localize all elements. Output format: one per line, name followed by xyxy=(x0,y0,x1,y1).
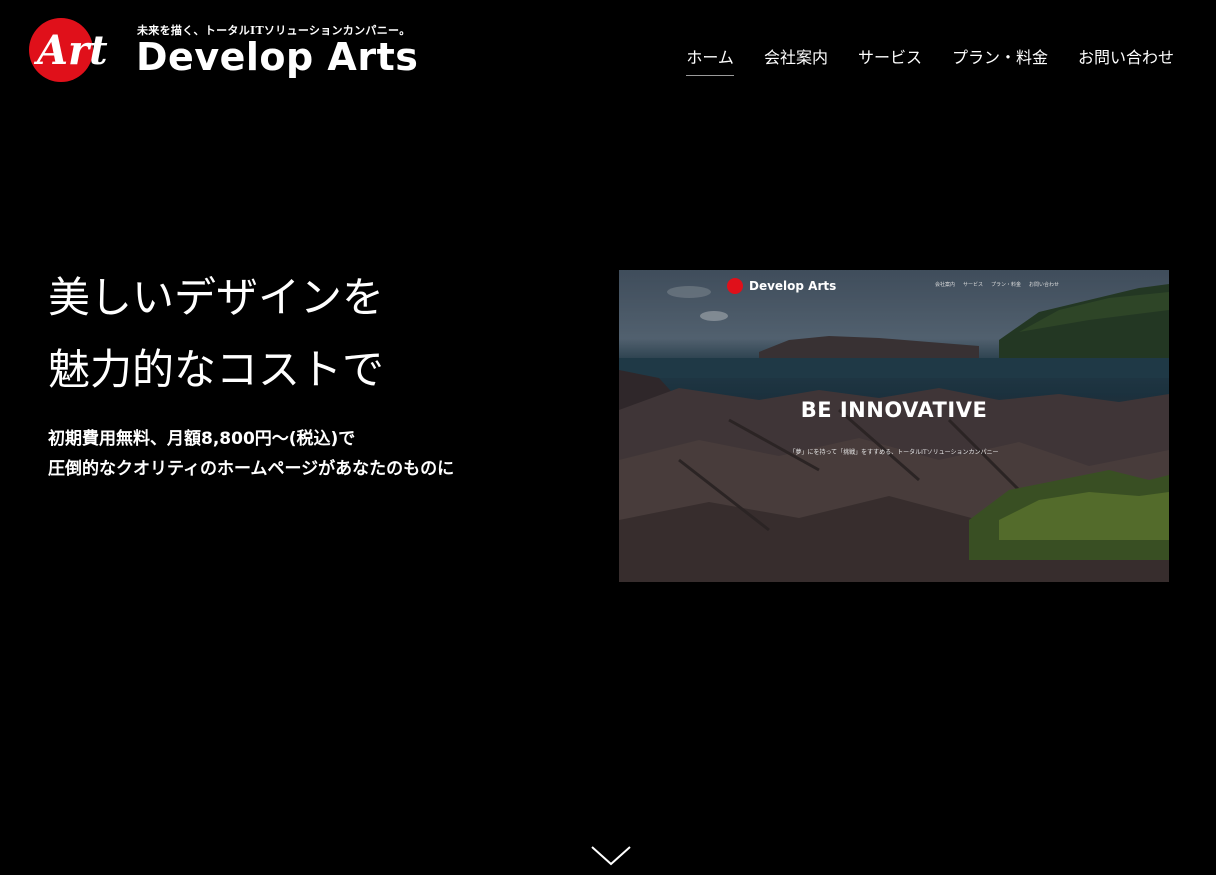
hero-subtitle-line-1: 初期費用無料、月額8,800円〜(税込)で xyxy=(48,429,356,449)
nav-company[interactable]: 会社案内 xyxy=(764,44,828,76)
preview-nav-item: プラン・料金 xyxy=(990,282,1021,288)
logo-mark-art-icon: Art xyxy=(33,27,108,74)
svg-text:Art: Art xyxy=(33,27,108,74)
site-logo[interactable]: Art 未来を描く、トータルITソリューションカンパニー。 Develop Ar… xyxy=(29,18,418,84)
hero-title-line-1: 美しいデザインを xyxy=(48,273,385,322)
nav-plans[interactable]: プラン・料金 xyxy=(952,44,1048,76)
hero-subtitle: 初期費用無料、月額8,800円〜(税込)で 圧倒的なクオリティのホームページがあ… xyxy=(48,424,454,484)
nav-contact[interactable]: お問い合わせ xyxy=(1078,44,1174,76)
nav-home[interactable]: ホーム xyxy=(686,44,734,76)
preview-nav-item: サービス xyxy=(962,282,983,288)
hero-title: 美しいデザインを 魅力的なコストで xyxy=(48,262,384,406)
brand-name: Develop Arts xyxy=(136,35,419,79)
preview-subtext: 「夢」にを持って「挑戦」をすすめる、トータルITソリューションカンパニー xyxy=(789,449,999,456)
hero-title-line-2: 魅力的なコストで xyxy=(48,345,385,394)
hero-subtitle-line-2: 圧倒的なクオリティのホームページがあなたのものに xyxy=(48,459,455,479)
coastal-rocks-scene xyxy=(619,270,1169,582)
chevron-down-icon xyxy=(591,846,631,866)
page: Art 未来を描く、トータルITソリューションカンパニー。 Develop Ar… xyxy=(0,0,1216,875)
scroll-down-button[interactable] xyxy=(589,843,633,869)
nav-services[interactable]: サービス xyxy=(858,44,922,76)
site-preview-image: Develop Arts 会社案内 サービス プラン・料金 お問い合わせ BE … xyxy=(619,270,1169,582)
preview-logo: Develop Arts xyxy=(727,276,847,296)
preview-nav-item: 会社案内 xyxy=(934,282,955,288)
preview-nav-item: お問い合わせ xyxy=(1028,282,1059,288)
preview-logo-mark xyxy=(727,278,743,294)
preview-nav: 会社案内 サービス プラン・料金 お問い合わせ xyxy=(927,281,1059,288)
main-nav: ホーム 会社案内 サービス プラン・料金 お問い合わせ xyxy=(656,44,1174,76)
preview-headline: BE INNOVATIVE xyxy=(800,398,988,422)
preview-brand: Develop Arts xyxy=(749,279,837,293)
logo-mark: Art xyxy=(29,18,108,82)
